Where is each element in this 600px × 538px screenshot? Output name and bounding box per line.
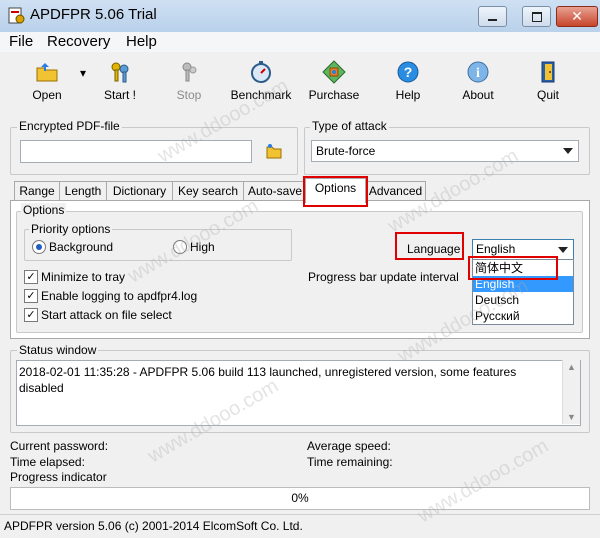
start-on-select-checkbox[interactable]: ✓ [24, 308, 38, 322]
about-button[interactable]: i About [445, 58, 511, 106]
menu-recovery[interactable]: Recovery [47, 33, 110, 50]
attack-type-value: Brute-force [316, 144, 376, 158]
tab-advanced[interactable]: Advanced [365, 181, 426, 201]
info-icon: i [467, 61, 489, 83]
status-message: 2018-02-01 11:35:28 - APDFPR 5.06 build … [19, 365, 517, 395]
time-remaining-label: Time remaining: [307, 455, 393, 469]
window-title: APDFPR 5.06 Trial [30, 6, 157, 23]
exit-door-icon [541, 61, 555, 83]
maximize-button[interactable] [522, 6, 551, 27]
priority-background-radio[interactable] [32, 240, 46, 254]
options-tab-highlight [303, 176, 368, 207]
purchase-icon [322, 60, 346, 84]
enable-logging-label[interactable]: Enable logging to apdfpr4.log [41, 289, 197, 303]
status-group-label: Status window [17, 343, 99, 357]
enable-logging-checkbox[interactable]: ✓ [24, 289, 38, 303]
purchase-label: Purchase [308, 88, 360, 102]
stop-button[interactable]: Stop [156, 58, 222, 106]
stop-keys-icon [182, 62, 197, 82]
open-folder-icon [36, 63, 58, 82]
benchmark-label: Benchmark [230, 88, 292, 102]
time-elapsed-label: Time elapsed: [10, 455, 85, 469]
stop-label: Stop [176, 88, 202, 102]
current-password-label: Current password: [10, 439, 109, 453]
radio-selected-dot [36, 244, 42, 250]
progress-interval-label: Progress bar update interval [308, 270, 459, 284]
language-label-highlight [395, 232, 464, 260]
attack-type-select[interactable]: Brute-force [311, 140, 579, 162]
benchmark-button[interactable]: Benchmark [226, 58, 296, 106]
average-speed-label: Average speed: [307, 439, 391, 453]
tab-key-search[interactable]: Key search [172, 181, 244, 201]
encrypted-file-input[interactable] [20, 140, 252, 163]
open-button[interactable]: Open [14, 58, 80, 106]
start-keys-icon [111, 62, 129, 83]
quit-button[interactable]: Quit [515, 58, 581, 106]
progress-bar: 0% [10, 487, 590, 510]
open-dropdown-icon[interactable]: ▾ [80, 66, 86, 80]
menu-bar: File Recovery Help [0, 32, 600, 52]
browse-file-icon[interactable] [265, 142, 283, 160]
menu-help[interactable]: Help [126, 33, 157, 50]
tab-dictionary[interactable]: Dictionary [106, 181, 173, 201]
close-icon: ✕ [571, 8, 583, 24]
start-label: Start ! [103, 88, 136, 102]
language-option-russian[interactable]: Русский [473, 308, 573, 324]
minimize-button[interactable] [478, 6, 507, 27]
scroll-up-icon[interactable]: ▲ [567, 362, 576, 372]
tab-length[interactable]: Length [59, 181, 107, 201]
svg-text:?: ? [404, 64, 413, 80]
options-group-label: Options [21, 203, 67, 217]
chevron-down-icon [558, 247, 568, 253]
priority-group-label: Priority options [29, 222, 113, 236]
status-bar: APDFPR version 5.06 (c) 2001-2014 ElcomS… [0, 514, 600, 538]
priority-background-label[interactable]: Background [49, 240, 113, 254]
scroll-down-icon[interactable]: ▼ [567, 412, 576, 422]
purchase-button[interactable]: Purchase [301, 58, 367, 106]
status-bar-text: APDFPR version 5.06 (c) 2001-2014 ElcomS… [4, 519, 303, 533]
maximize-icon [531, 11, 542, 22]
minimize-to-tray-checkbox[interactable]: ✓ [24, 270, 38, 284]
tab-range[interactable]: Range [14, 181, 60, 201]
stopwatch-icon [251, 61, 271, 83]
attack-type-label: Type of attack [310, 119, 389, 133]
progress-text: 0% [291, 491, 309, 505]
encrypted-file-label: Encrypted PDF-file [17, 119, 122, 133]
menu-file[interactable]: File [9, 33, 33, 50]
open-label: Open [32, 88, 62, 102]
language-option-german[interactable]: Deutsch [473, 292, 573, 308]
chevron-down-icon [563, 148, 573, 154]
title-bar[interactable]: APDFPR 5.06 Trial ✕ [0, 0, 600, 33]
minimize-to-tray-label[interactable]: Minimize to tray [41, 270, 125, 284]
chinese-option-highlight [468, 256, 558, 280]
minimize-icon [488, 18, 497, 21]
quit-label: Quit [536, 88, 559, 102]
help-button[interactable]: ? Help [375, 58, 441, 106]
about-label: About [462, 88, 494, 102]
priority-high-radio[interactable] [173, 240, 187, 254]
status-scrollbar[interactable]: ▲ ▼ [562, 360, 580, 424]
language-value: English [476, 242, 516, 256]
app-icon [8, 7, 25, 24]
start-button[interactable]: Start ! [87, 58, 153, 106]
start-on-select-label[interactable]: Start attack on file select [41, 308, 172, 322]
close-button[interactable]: ✕ [556, 6, 598, 27]
tab-auto-save[interactable]: Auto-save [243, 181, 307, 201]
priority-high-label[interactable]: High [190, 240, 215, 254]
help-icon: ? [397, 61, 419, 83]
help-label: Help [395, 88, 421, 102]
svg-text:i: i [476, 66, 480, 81]
progress-indicator-label: Progress indicator [10, 470, 107, 484]
